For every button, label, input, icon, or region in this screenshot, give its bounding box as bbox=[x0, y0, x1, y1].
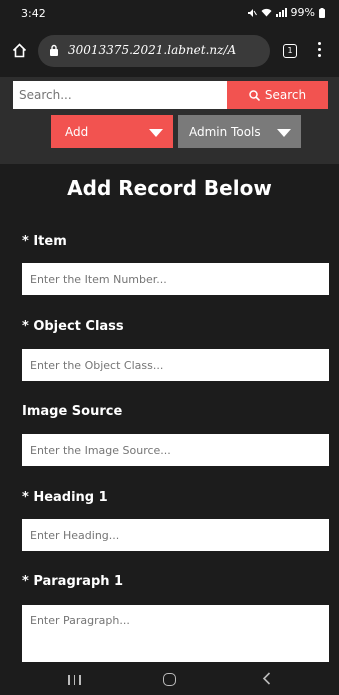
page-content: Search Add Admin Tools Add Record Below … bbox=[0, 77, 339, 665]
paragraph-1-label: * Paragraph 1 bbox=[22, 574, 124, 589]
admin-tools-dropdown-button[interactable]: Admin Tools bbox=[178, 115, 301, 148]
form-title: Add Record Below bbox=[67, 176, 272, 200]
battery-icon bbox=[319, 7, 325, 18]
tab-count: 1 bbox=[287, 46, 293, 55]
status-icons: 99% bbox=[247, 6, 325, 19]
image-source-label: Image Source bbox=[22, 404, 123, 419]
more-vert-icon[interactable] bbox=[318, 42, 322, 60]
url-text: 30013375.2021.labnet.nz/A bbox=[68, 43, 237, 57]
browser-toolbar: 30013375.2021.labnet.nz/A 1 bbox=[0, 27, 339, 77]
item-input[interactable] bbox=[22, 263, 329, 295]
battery-percent: 99% bbox=[290, 6, 315, 19]
search-button[interactable]: Search bbox=[227, 81, 328, 109]
signal-icon bbox=[275, 8, 287, 17]
item-label: * Item bbox=[22, 234, 67, 249]
heading-1-input[interactable] bbox=[22, 519, 329, 551]
address-bar[interactable]: 30013375.2021.labnet.nz/A bbox=[38, 35, 270, 67]
home-nav-icon[interactable] bbox=[163, 673, 176, 686]
search-button-label: Search bbox=[264, 88, 307, 102]
caret-down-icon bbox=[149, 129, 163, 137]
wifi-icon bbox=[261, 8, 272, 17]
admin-tools-label: Admin Tools bbox=[189, 124, 261, 139]
search-icon bbox=[249, 89, 260, 101]
search-bar: Search bbox=[13, 81, 339, 109]
android-nav-bar bbox=[0, 662, 339, 695]
caret-down-icon bbox=[277, 129, 291, 137]
status-bar: 3:42 99% bbox=[0, 0, 339, 27]
mute-icon bbox=[247, 8, 257, 17]
tabs-icon[interactable]: 1 bbox=[283, 44, 297, 58]
object-class-label: * Object Class bbox=[22, 319, 124, 334]
image-source-input[interactable] bbox=[22, 434, 329, 466]
recent-apps-icon[interactable] bbox=[68, 675, 82, 685]
add-label: Add bbox=[65, 124, 89, 139]
lock-icon bbox=[50, 44, 58, 56]
object-class-input[interactable] bbox=[22, 349, 329, 381]
paragraph-1-textarea[interactable] bbox=[22, 605, 329, 665]
search-input[interactable] bbox=[13, 81, 227, 109]
heading-1-label: * Heading 1 bbox=[22, 490, 108, 505]
status-time: 3:42 bbox=[21, 7, 46, 20]
add-record-form: Add Record Below * Item * Object Class I… bbox=[0, 164, 339, 665]
home-icon[interactable] bbox=[12, 43, 27, 58]
add-dropdown-button[interactable]: Add bbox=[51, 115, 173, 148]
back-icon[interactable] bbox=[262, 672, 271, 685]
